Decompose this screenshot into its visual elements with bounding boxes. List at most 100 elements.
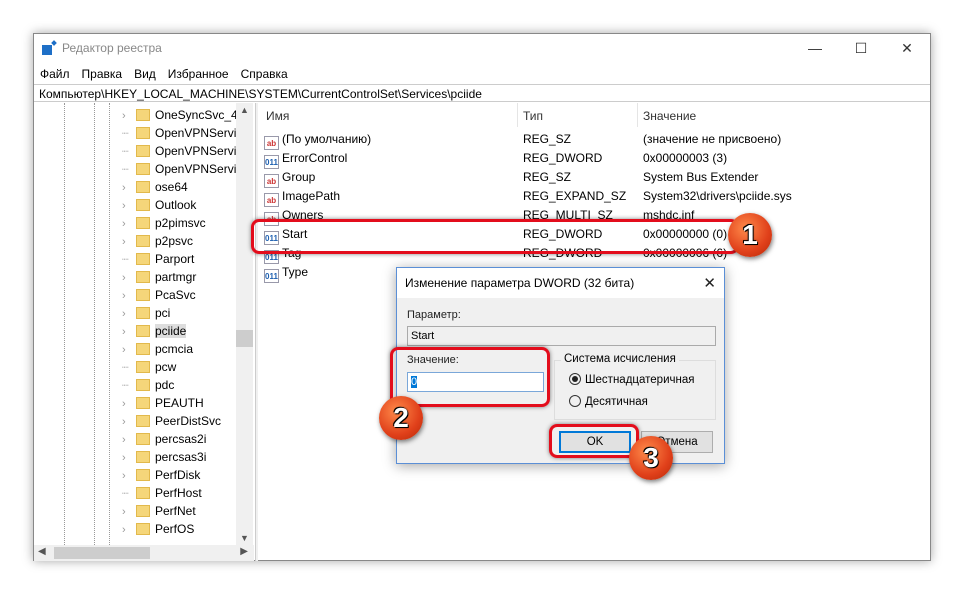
tree-node[interactable]: › OneSyncSvc_4c	[122, 106, 240, 124]
value-row[interactable]: ab ImagePath REG_EXPAND_SZ System32\drivers…	[264, 187, 924, 207]
tree-connector: ┈	[122, 380, 129, 392]
chevron-right-icon[interactable]: ›	[122, 233, 136, 250]
window-title: Редактор реестра	[62, 41, 162, 55]
tree-node[interactable]: › partmgr	[122, 268, 240, 286]
ok-highlight	[549, 424, 639, 458]
maximize-button[interactable]: ☐	[838, 34, 884, 63]
tree-node[interactable]: › PerfOS	[122, 520, 240, 538]
chevron-right-icon[interactable]: ›	[122, 395, 136, 412]
dialog-close-button[interactable]: ✕	[703, 274, 716, 292]
tree-node[interactable]: › pci	[122, 304, 240, 322]
tree-node[interactable]: ┈ Parport	[122, 250, 240, 268]
menu-view[interactable]: Вид	[128, 63, 162, 81]
tree-connector: ┈	[122, 146, 129, 158]
tree-node[interactable]: › p2pimsvc	[122, 214, 240, 232]
tree-connector: ┈	[122, 254, 129, 266]
radio-selected-icon	[569, 373, 581, 385]
folder-icon	[136, 199, 150, 211]
tree-node[interactable]: ┈ PerfHost	[122, 484, 240, 502]
scroll-right-arrow[interactable]: ▶	[240, 546, 248, 557]
string-value-icon: ab	[264, 193, 279, 207]
value-row[interactable]: 011 ErrorControl REG_DWORD 0x00000003 (3)	[264, 149, 924, 169]
tree-node[interactable]: › PerfDisk	[122, 466, 240, 484]
tree-node[interactable]: › pcmcia	[122, 340, 240, 358]
folder-icon	[136, 487, 150, 499]
folder-icon	[136, 415, 150, 427]
chevron-right-icon[interactable]: ›	[122, 431, 136, 448]
menu-file[interactable]: Файл	[34, 63, 76, 81]
step-badge-1: 1	[728, 213, 772, 257]
column-header-value[interactable]: Значение	[643, 109, 696, 127]
tree-node[interactable]: › PcaSvc	[122, 286, 240, 304]
scroll-down-arrow[interactable]: ▼	[236, 533, 253, 543]
string-value-icon: ab	[264, 174, 279, 188]
param-name-field: Start	[407, 326, 716, 346]
tree-node[interactable]: › percsas3i	[122, 448, 240, 466]
tree-vertical-scrollbar[interactable]: ▲ ▼	[236, 103, 253, 545]
chevron-right-icon[interactable]: ›	[122, 521, 136, 538]
folder-icon	[136, 451, 150, 463]
menu-favorites[interactable]: Избранное	[162, 63, 235, 81]
chevron-right-icon[interactable]: ›	[122, 341, 136, 358]
tree-node[interactable]: › ose64	[122, 178, 240, 196]
tree-node[interactable]: › PEAUTH	[122, 394, 240, 412]
tree-horizontal-scrollbar[interactable]: ◀ ▶	[34, 545, 254, 561]
scroll-left-arrow[interactable]: ◀	[38, 546, 46, 557]
radio-hex[interactable]: Шестнадцатеричная	[569, 373, 694, 386]
tree-node[interactable]: ┈ pcw	[122, 358, 240, 376]
chevron-right-icon[interactable]: ›	[122, 449, 136, 466]
folder-icon	[136, 307, 150, 319]
chevron-right-icon[interactable]: ›	[122, 179, 136, 196]
chevron-right-icon[interactable]: ›	[122, 467, 136, 484]
column-header-type[interactable]: Тип	[523, 109, 543, 127]
dword-value-icon: 011	[264, 155, 279, 169]
tree-node[interactable]: › percsas2i	[122, 430, 240, 448]
key-tree: › OneSyncSvc_4c ┈ OpenVPNServic ┈ OpenVPNServ…	[34, 103, 254, 545]
chevron-right-icon[interactable]: ›	[122, 197, 136, 214]
tree-node[interactable]: › Outlook	[122, 196, 240, 214]
tree-node[interactable]: ┈ OpenVPNServic	[122, 160, 240, 178]
folder-icon	[136, 361, 150, 373]
tree-connector: ┈	[122, 362, 129, 374]
chevron-right-icon[interactable]: ›	[122, 305, 136, 322]
title-bar: Редактор реестра — ☐ ✕	[34, 34, 930, 63]
minimize-button[interactable]: —	[792, 34, 838, 63]
tree-node[interactable]: › PerfNet	[122, 502, 240, 520]
chevron-right-icon[interactable]: ›	[122, 107, 136, 124]
radio-decimal[interactable]: Десятичная	[569, 395, 648, 408]
close-button[interactable]: ✕	[884, 34, 930, 63]
tree-connector: ┈	[122, 164, 129, 176]
chevron-right-icon[interactable]: ›	[122, 413, 136, 430]
regedit-icon	[42, 41, 56, 55]
tree-node[interactable]: › PeerDistSvc	[122, 412, 240, 430]
chevron-right-icon[interactable]: ›	[122, 287, 136, 304]
tree-node[interactable]: › pciide	[122, 322, 240, 340]
step-badge-2: 2	[379, 396, 423, 440]
chevron-right-icon[interactable]: ›	[122, 323, 136, 340]
chevron-right-icon[interactable]: ›	[122, 503, 136, 520]
menu-edit[interactable]: Правка	[76, 63, 129, 81]
scroll-up-arrow[interactable]: ▲	[236, 105, 253, 115]
column-header-name[interactable]: Имя	[266, 109, 289, 127]
dword-value-icon: 011	[264, 269, 279, 283]
tree-node[interactable]: ┈ OpenVPNServic	[122, 142, 240, 160]
tree-connector: ┈	[122, 128, 129, 140]
dialog-title: Изменение параметра DWORD (32 бита)	[397, 268, 724, 298]
scroll-thumb[interactable]	[54, 547, 150, 559]
tree-node[interactable]: ┈ pdc	[122, 376, 240, 394]
address-bar[interactable]: Компьютер\HKEY_LOCAL_MACHINE\SYSTEM\Curr…	[34, 84, 930, 102]
string-value-icon: ab	[264, 136, 279, 150]
folder-icon	[136, 271, 150, 283]
value-row[interactable]: ab Group REG_SZ System Bus Extender	[264, 168, 924, 188]
chevron-right-icon[interactable]: ›	[122, 215, 136, 232]
tree-node[interactable]: ┈ OpenVPNServic	[122, 124, 240, 142]
menu-help[interactable]: Справка	[235, 63, 294, 81]
chevron-right-icon[interactable]: ›	[122, 269, 136, 286]
step-badge-3: 3	[629, 436, 673, 480]
base-groupbox: Система исчисления Шестнадцатеричная Дес…	[554, 353, 716, 420]
value-row[interactable]: ab (По умолчанию) REG_SZ (значение не присв…	[264, 130, 924, 150]
tree-node[interactable]: › p2psvc	[122, 232, 240, 250]
folder-icon	[136, 235, 150, 247]
scroll-thumb[interactable]	[236, 330, 253, 347]
folder-icon	[136, 145, 150, 157]
